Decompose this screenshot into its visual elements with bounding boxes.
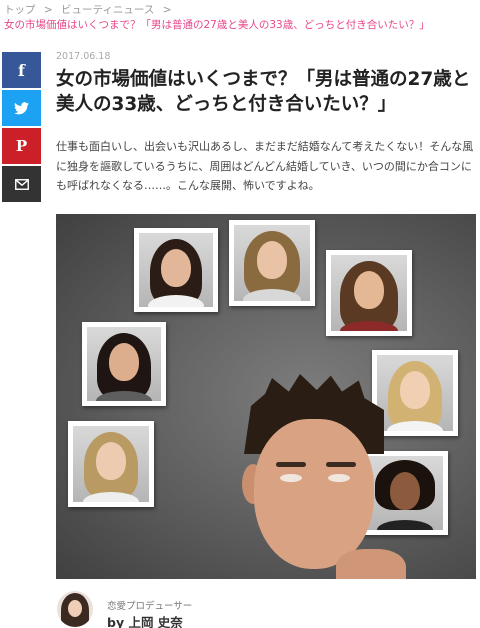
portrait-frame	[134, 228, 218, 312]
breadcrumb-beauty-news-link[interactable]: ビューティニュース	[61, 4, 154, 16]
portrait-frame	[82, 322, 166, 406]
breadcrumb-separator: >	[43, 4, 53, 16]
portrait-frame	[326, 250, 412, 336]
breadcrumb: トップ > ビューティニュース >	[4, 2, 177, 17]
article-date: 2017.06.18	[56, 51, 111, 62]
portrait-frame	[229, 220, 315, 306]
share-mail-button[interactable]	[2, 166, 41, 202]
share-twitter-button[interactable]	[2, 90, 41, 126]
envelope-icon	[14, 178, 29, 190]
share-facebook-button[interactable]: f	[2, 52, 41, 88]
author-avatar[interactable]	[57, 591, 93, 627]
pinterest-icon: P	[15, 137, 28, 155]
share-pinterest-button[interactable]: P	[2, 128, 41, 164]
portrait-frame	[68, 421, 154, 507]
breadcrumb-separator: >	[162, 4, 172, 16]
breadcrumb-current: 女の市場価値はいくつまで？「男は普通の27歳と美人の33歳、どっちと付き合いたい…	[4, 19, 430, 31]
article-title: 女の市場価値はいくつまで？「男は普通の27歳と美人の33歳、どっちと付き合いたい…	[56, 69, 471, 115]
facebook-icon: f	[18, 60, 25, 80]
article-main-image	[56, 214, 476, 579]
author-role: 恋愛プロデューサー	[107, 601, 193, 612]
article-lead: 仕事も面白いし、出会いも沢山あるし、まだまだ結婚なんて考えたくない！そんな風に独…	[56, 140, 474, 192]
twitter-bird-icon	[14, 101, 29, 114]
author-name[interactable]: by 上岡 史奈	[107, 612, 183, 628]
breadcrumb-home-link[interactable]: トップ	[4, 4, 36, 16]
thinking-man-illustration	[236, 374, 406, 579]
